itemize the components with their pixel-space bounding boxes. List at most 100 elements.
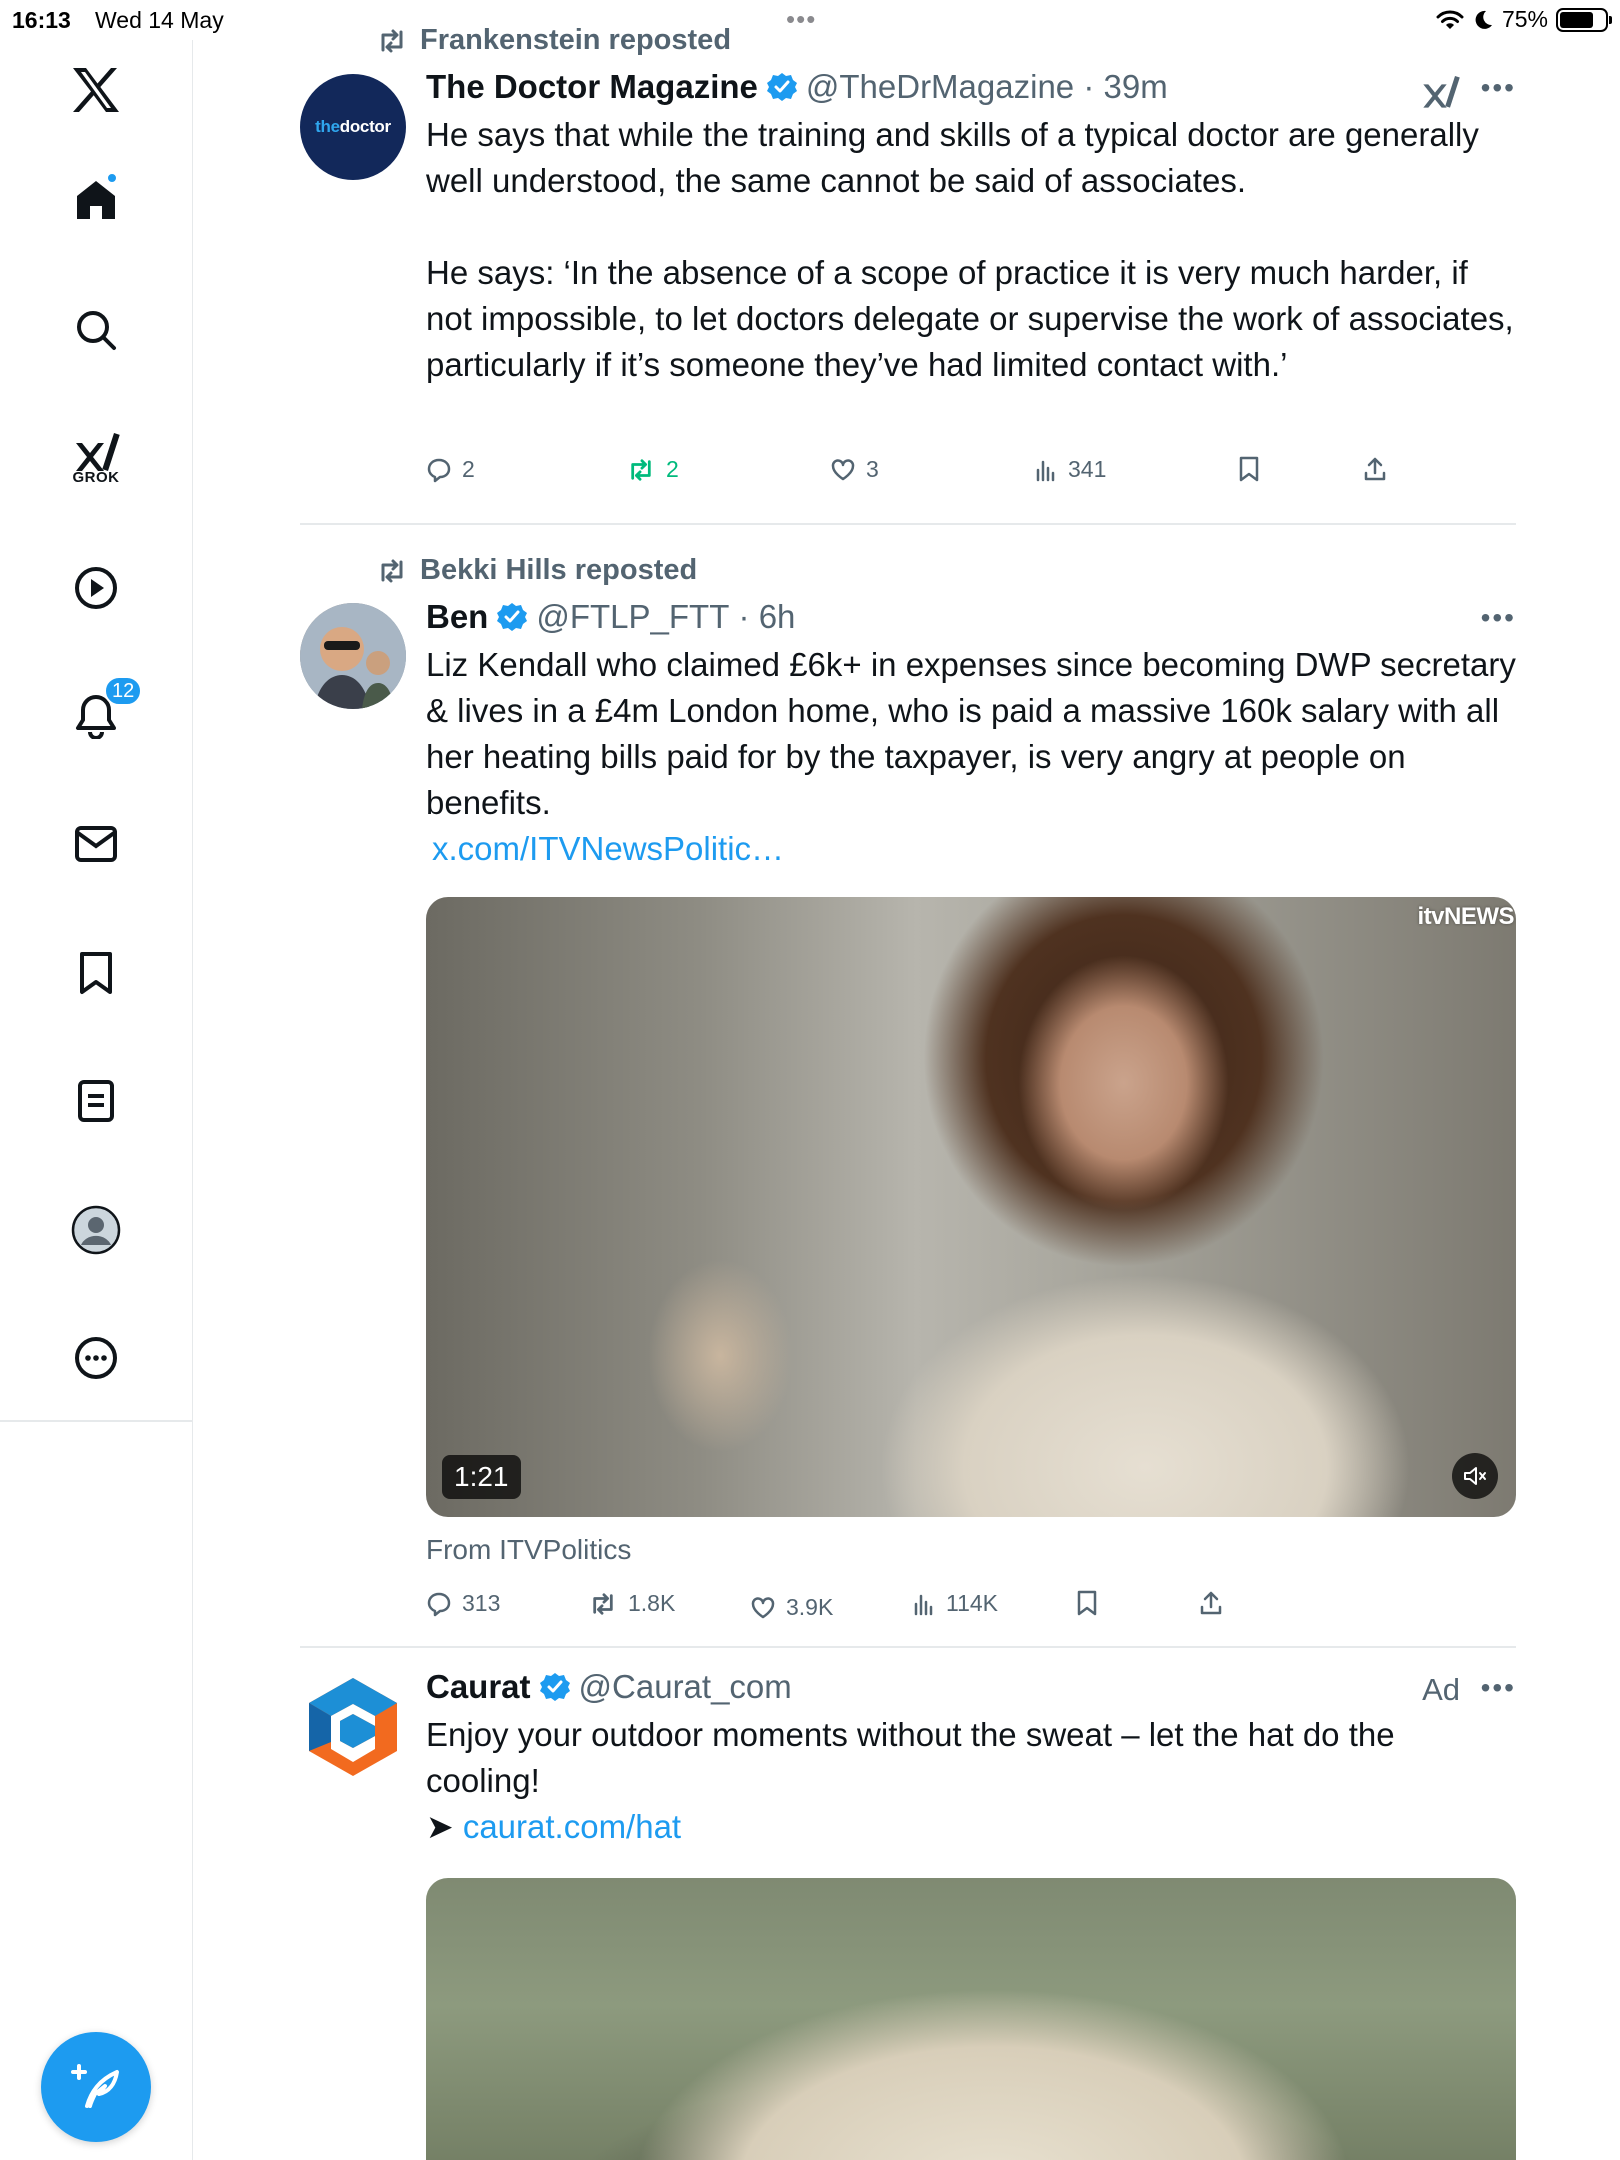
reply-button[interactable]: 2 xyxy=(426,456,475,483)
grok-icon[interactable] xyxy=(1420,72,1460,115)
repost-icon xyxy=(593,1592,613,1615)
sidebar-item-explore[interactable] xyxy=(56,290,136,370)
tweet-header: Ben @FTLP_FTT · 6h xyxy=(426,598,796,636)
repost-context: Bekki Hills reposted xyxy=(376,554,697,587)
tweet-divider xyxy=(300,1646,1516,1648)
sidebar-item-notifications[interactable]: 12 xyxy=(56,676,143,756)
sidebar-item-lists[interactable] xyxy=(56,1061,136,1141)
ad-image[interactable] xyxy=(426,1878,1516,2160)
reply-count: 2 xyxy=(462,456,475,482)
views-button[interactable]: 341 xyxy=(1034,456,1106,483)
author-name[interactable]: Ben xyxy=(426,598,488,636)
sidebar-item-more[interactable] xyxy=(56,1318,136,1398)
video-player[interactable]: itvNEWS 1:21 xyxy=(426,897,1516,1517)
reply-icon xyxy=(427,458,451,482)
video-thumbnail xyxy=(426,897,1516,1517)
mute-button[interactable] xyxy=(1452,1453,1498,1499)
bookmark-icon xyxy=(1239,456,1259,482)
sidebar-item-messages[interactable] xyxy=(56,804,136,884)
repost-count: 1.8K xyxy=(628,1590,676,1616)
author-name[interactable]: Caurat xyxy=(426,1668,531,1706)
reply-button[interactable]: 313 xyxy=(426,1590,500,1617)
tweet-time[interactable]: 39m xyxy=(1103,68,1167,106)
tweet-actions: 313 1.8K 3.9K 114K xyxy=(426,1590,1516,1630)
avatar-photo xyxy=(300,603,406,709)
sidebar-item-grok[interactable]: GROK xyxy=(56,418,136,498)
tweet-text: He says that while the training and skil… xyxy=(426,116,1514,383)
x-logo-icon[interactable] xyxy=(56,50,136,130)
tweet-time[interactable]: 6h xyxy=(759,598,796,636)
like-button[interactable]: 3 xyxy=(830,456,879,483)
more-options-icon[interactable]: ••• xyxy=(1481,72,1516,104)
status-time: 16:13 xyxy=(12,7,71,33)
battery-icon xyxy=(1556,7,1612,32)
repost-icon xyxy=(381,559,403,582)
share-icon xyxy=(1200,1591,1222,1615)
sidebar-item-bookmarks[interactable] xyxy=(56,933,136,1013)
sidebar-item-profile[interactable] xyxy=(56,1190,136,1270)
avatar[interactable] xyxy=(300,603,406,709)
feather-plus-icon xyxy=(71,2064,119,2108)
author-handle[interactable]: @FTLP_FTT xyxy=(536,598,729,636)
bookmark-button[interactable] xyxy=(1238,456,1260,482)
tweet-header: Caurat @Caurat_com xyxy=(426,1668,792,1706)
avatar[interactable] xyxy=(300,1674,406,1780)
arrow-icon: ➤ xyxy=(426,1808,454,1845)
repost-button[interactable]: 2 xyxy=(626,456,679,483)
avatar[interactable]: thedoctor xyxy=(300,74,406,180)
video-duration: 1:21 xyxy=(442,1455,521,1499)
ad-link-line[interactable]: ➤ caurat.com/hat xyxy=(426,1804,1516,1850)
ad-tweet[interactable]: Caurat @Caurat_com Ad ••• Enjoy your out… xyxy=(300,1668,1516,2160)
status-date: Wed 14 May xyxy=(95,7,224,33)
more-options-icon[interactable]: ••• xyxy=(1481,602,1516,634)
reply-count: 313 xyxy=(462,1590,501,1616)
grok-label: GROK xyxy=(72,468,120,486)
views-chart-icon xyxy=(914,1594,933,1615)
avatar-logo-text: thedoctor xyxy=(315,117,391,136)
reply-icon xyxy=(427,1592,451,1616)
verified-badge-icon xyxy=(766,71,798,103)
tweet-2[interactable]: Bekki Hills reposted Ben @FTLP_FTT · 6h … xyxy=(300,550,1516,1640)
play-circle-icon xyxy=(75,567,117,609)
view-count: 341 xyxy=(1068,456,1107,482)
author-handle[interactable]: @TheDrMagazine xyxy=(806,68,1074,106)
repost-icon xyxy=(381,29,403,52)
home-icon xyxy=(77,181,115,219)
share-button[interactable] xyxy=(1198,1590,1224,1616)
more-circle-icon xyxy=(75,1337,117,1379)
profile-avatar-icon xyxy=(71,1205,121,1255)
speaker-muted-icon xyxy=(1464,1467,1486,1485)
bookmark-icon xyxy=(80,952,112,994)
ad-link[interactable]: caurat.com/hat xyxy=(463,1808,681,1845)
sidebar-item-home[interactable] xyxy=(56,160,136,240)
views-button[interactable]: 114K xyxy=(912,1590,998,1617)
author-name[interactable]: The Doctor Magazine xyxy=(426,68,758,106)
views-chart-icon xyxy=(1036,460,1055,481)
repost-button[interactable]: 1.8K xyxy=(588,1590,675,1617)
list-icon xyxy=(78,1080,114,1122)
grok-icon xyxy=(76,432,120,471)
tweet-link[interactable]: x.com/ITVNewsPolitic… xyxy=(432,826,1522,872)
repost-context: Frankenstein reposted xyxy=(376,24,731,57)
like-button[interactable]: 3.9K xyxy=(750,1594,833,1621)
mail-icon xyxy=(75,826,117,862)
heart-icon xyxy=(831,458,855,480)
video-source[interactable]: From ITVPolitics xyxy=(426,1534,631,1566)
sidebar-item-video[interactable] xyxy=(56,548,136,628)
tweet-header: The Doctor Magazine @TheDrMagazine · 39m xyxy=(426,68,1168,106)
view-count: 114K xyxy=(946,1590,999,1616)
tweet-divider xyxy=(300,523,1516,525)
compose-button[interactable] xyxy=(41,2032,151,2142)
sidebar-nav: GROK 12 xyxy=(0,40,193,2160)
notifications-badge: 12 xyxy=(104,676,143,706)
tweet-1[interactable]: Frankenstein reposted thedoctor The Doct… xyxy=(300,20,1516,530)
like-count: 3 xyxy=(866,456,879,482)
bookmark-button[interactable] xyxy=(1076,1590,1098,1616)
tweet-text: Enjoy your outdoor moments without the s… xyxy=(426,1716,1404,1799)
more-options-icon[interactable]: ••• xyxy=(1481,1672,1516,1704)
share-button[interactable] xyxy=(1362,456,1388,482)
share-icon xyxy=(1364,457,1386,481)
ad-label: Ad xyxy=(1422,1672,1460,1707)
author-handle[interactable]: @Caurat_com xyxy=(579,1668,792,1706)
new-posts-dot xyxy=(106,172,118,184)
